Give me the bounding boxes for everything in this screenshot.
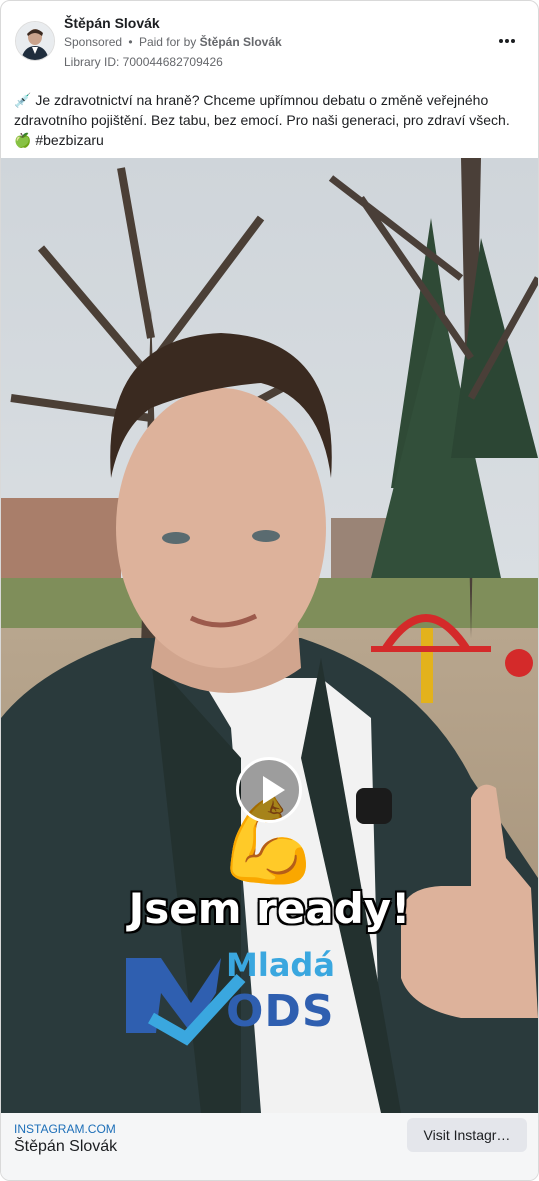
avatar[interactable] bbox=[15, 21, 55, 61]
logo-text-top: Mladá bbox=[226, 946, 335, 984]
visit-instagram-button[interactable]: Visit Instagr… bbox=[407, 1118, 527, 1152]
library-id: Library ID: 700044682709426 bbox=[64, 55, 223, 69]
logo-text-bottom: ODS bbox=[226, 986, 335, 1037]
paid-for-by-name[interactable]: Štěpán Slovák bbox=[200, 35, 282, 49]
video-player[interactable]: Mladá ODS 💪 Jsem ready! bbox=[1, 158, 538, 1113]
post-header: Štěpán Slovák Sponsored • Paid for by Št… bbox=[1, 1, 538, 76]
sponsored-label: Sponsored bbox=[64, 35, 123, 49]
link-title: Štěpán Slovák bbox=[14, 1138, 118, 1155]
sponsored-line: Sponsored • Paid for by Štěpán Slovák bbox=[64, 35, 282, 49]
page-name[interactable]: Štěpán Slovák bbox=[64, 15, 160, 31]
video-caption-text: Jsem ready! bbox=[128, 884, 411, 933]
paid-for-by-prefix: Paid for by bbox=[138, 35, 197, 49]
more-dots-icon[interactable] bbox=[497, 31, 517, 51]
link-footer[interactable]: INSTAGRAM.COM Štěpán Slovák Visit Instag… bbox=[1, 1113, 538, 1180]
link-domain: INSTAGRAM.COM bbox=[14, 1122, 116, 1136]
play-icon[interactable] bbox=[236, 757, 302, 823]
separator-dot: • bbox=[128, 35, 133, 49]
post-caption: 💉 Je zdravotnictví na hraně? Chceme upří… bbox=[14, 92, 510, 148]
ad-card: Štěpán Slovák Sponsored • Paid for by Št… bbox=[0, 0, 539, 1181]
